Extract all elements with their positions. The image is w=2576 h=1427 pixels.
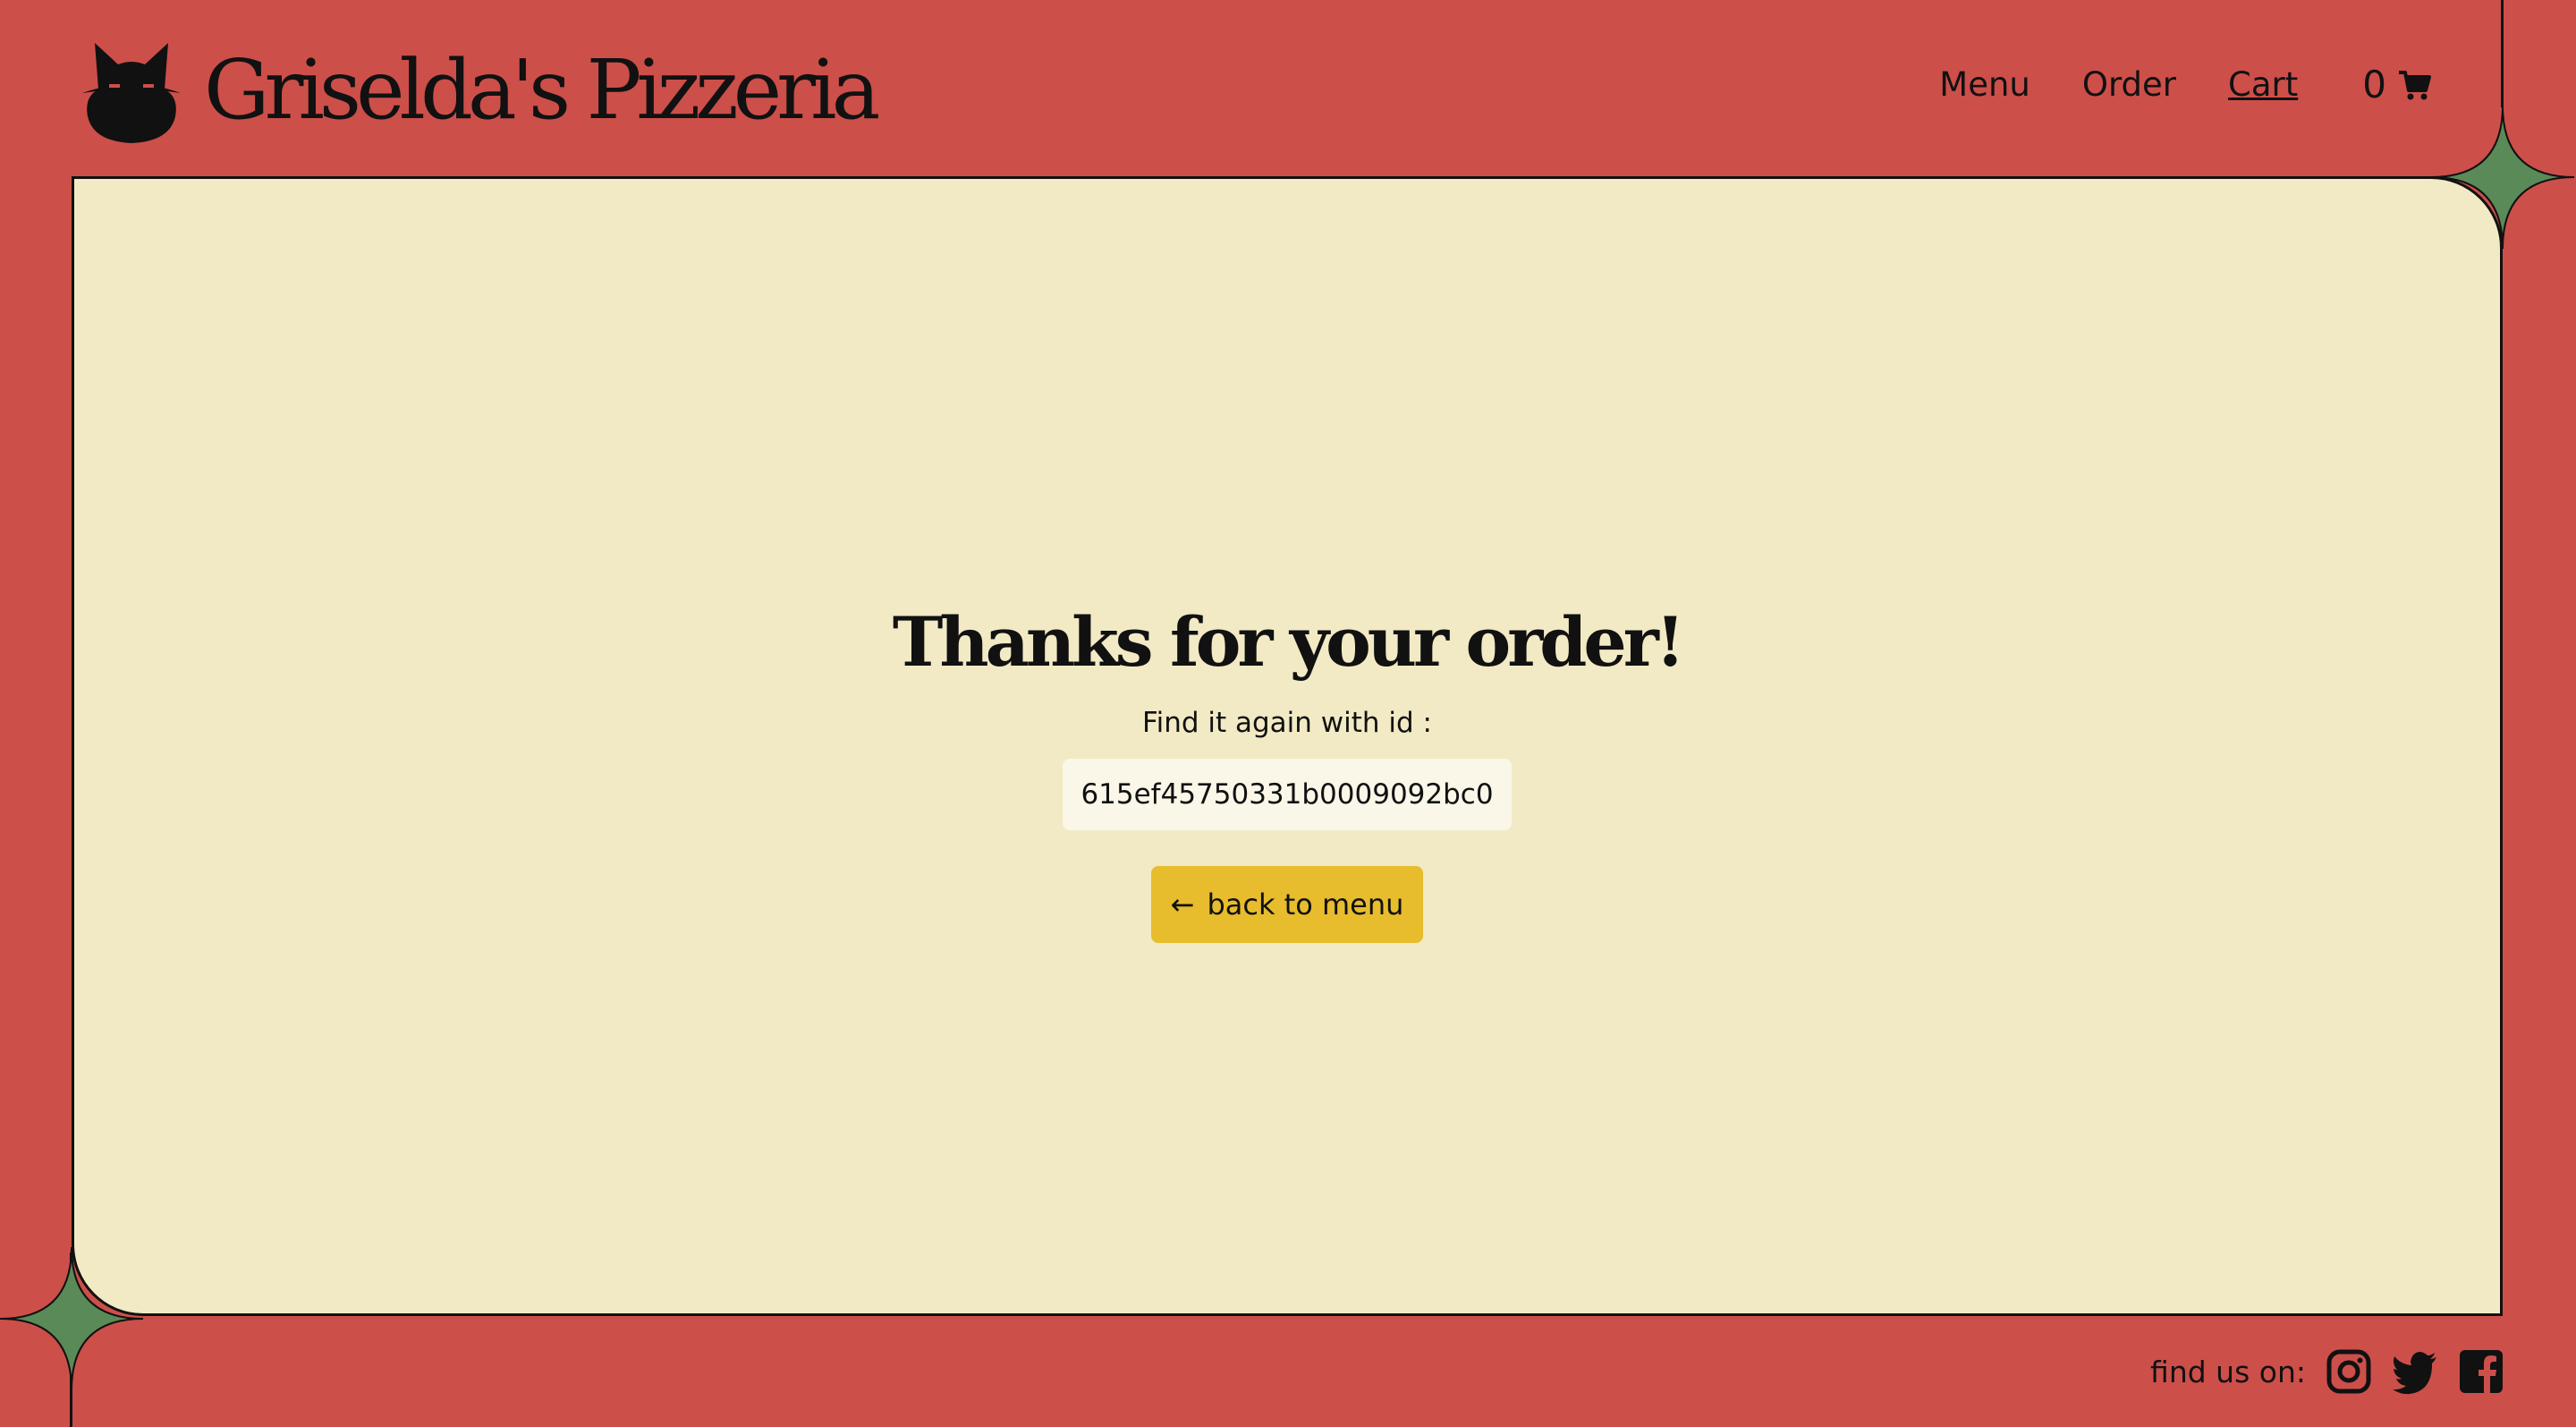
facebook-icon[interactable]: [2458, 1348, 2504, 1395]
nav-cart[interactable]: Cart: [2228, 65, 2298, 104]
order-id-value[interactable]: 615ef45750331b0009092bc0: [1063, 759, 1512, 830]
main-panel: Thanks for your order! Find it again wit…: [72, 176, 2503, 1316]
logo[interactable]: Griselda's Pizzeria: [82, 32, 880, 149]
back-to-menu-button[interactable]: ← back to menu: [1150, 866, 1424, 943]
back-to-menu-label: back to menu: [1207, 888, 1404, 922]
find-us-label: find us on:: [2150, 1354, 2306, 1389]
nav-order[interactable]: Order: [2082, 65, 2176, 104]
cart-count: 0: [2362, 63, 2386, 106]
order-confirmation: Thanks for your order! Find it again wit…: [74, 608, 2500, 943]
order-id-label: Find it again with id :: [1142, 707, 1432, 739]
footer: find us on:: [2150, 1348, 2504, 1395]
twitter-icon[interactable]: [2392, 1348, 2438, 1395]
instagram-icon[interactable]: [2326, 1348, 2372, 1395]
brand-name: Griselda's Pizzeria: [204, 42, 880, 138]
main-nav: Menu Order Cart 0: [1887, 63, 2433, 106]
star-bottom-left-icon: [0, 1247, 143, 1390]
arrow-left-icon: ←: [1170, 888, 1195, 922]
star-top-right-icon: [2431, 106, 2574, 249]
cat-logo-icon: [82, 43, 181, 143]
frame-line-right: [2501, 0, 2504, 107]
page-title: Thanks for your order!: [892, 602, 1685, 682]
shopping-cart-icon: [2399, 70, 2431, 99]
cart-button[interactable]: 0: [2362, 63, 2433, 106]
nav-menu[interactable]: Menu: [1939, 65, 2030, 104]
